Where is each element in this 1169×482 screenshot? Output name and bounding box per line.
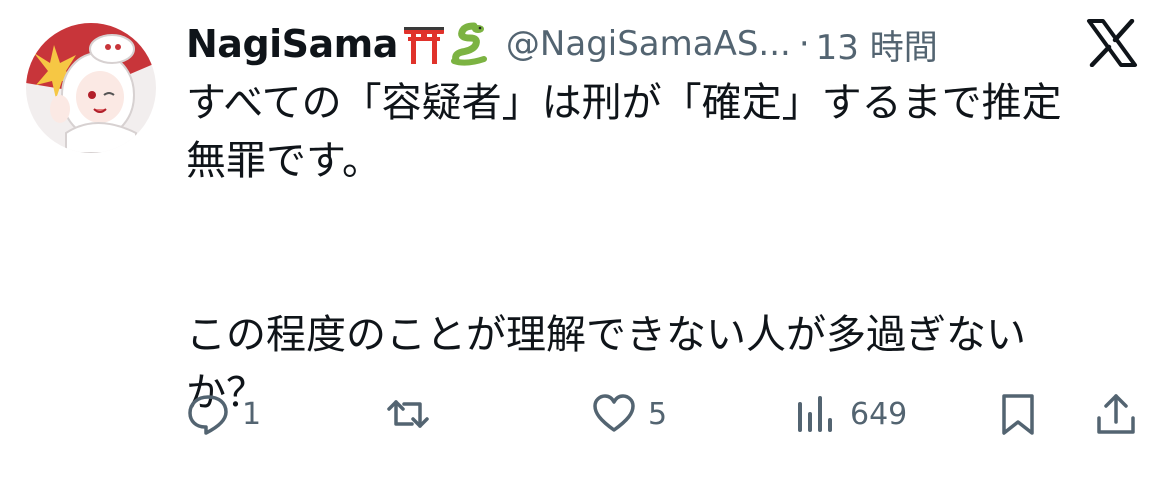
reply-button[interactable]: 1: [186, 386, 261, 442]
reply-icon: [188, 395, 228, 435]
share-icon: [1097, 394, 1135, 434]
torii-gate-icon: [403, 27, 444, 64]
tweet-header: NagiSama @NagiSamaAS... · 13 時間: [186, 14, 938, 74]
tweet-timestamp[interactable]: 13 時間: [816, 20, 938, 69]
action-bar: 1 5 649: [186, 386, 1136, 442]
tweet-text-line: この程度のことが理解できない人が多過ぎない: [186, 312, 1026, 358]
views-chart-icon: [798, 396, 832, 432]
user-handle[interactable]: @NagiSamaAS...: [506, 24, 791, 64]
reply-count: 1: [242, 396, 262, 432]
x-logo-icon[interactable]: [1086, 19, 1138, 67]
name-emojis: [402, 22, 492, 66]
like-count: 5: [648, 396, 668, 432]
like-button[interactable]: 5: [592, 386, 667, 442]
snake-icon: [450, 22, 487, 66]
heart-icon: [593, 394, 635, 432]
bookmark-icon: [1002, 394, 1034, 435]
views-button[interactable]: 649: [794, 386, 907, 442]
tweet-card[interactable]: NagiSama @NagiSamaAS... · 13 時間 すべての「容疑者…: [0, 0, 1169, 482]
retweet-icon: [387, 400, 429, 428]
display-name[interactable]: NagiSama: [186, 22, 398, 66]
tweet-text: すべての「容疑者」は刑が「確定」するまで推定 無罪です。 この程度のことが理解で…: [186, 74, 1136, 422]
avatar[interactable]: [26, 23, 156, 153]
share-button[interactable]: [1094, 386, 1138, 442]
bookmark-button[interactable]: [996, 386, 1040, 442]
paragraph-break: [186, 190, 1136, 306]
tweet-text-line: すべての「容疑者」は刑が「確定」するまで推定: [186, 80, 1062, 126]
views-count: 649: [850, 396, 908, 432]
tweet-text-line: 無罪です。: [186, 138, 382, 184]
avatar-image: [26, 23, 156, 153]
retweet-button[interactable]: [386, 386, 442, 442]
header-separator: ·: [798, 24, 810, 64]
